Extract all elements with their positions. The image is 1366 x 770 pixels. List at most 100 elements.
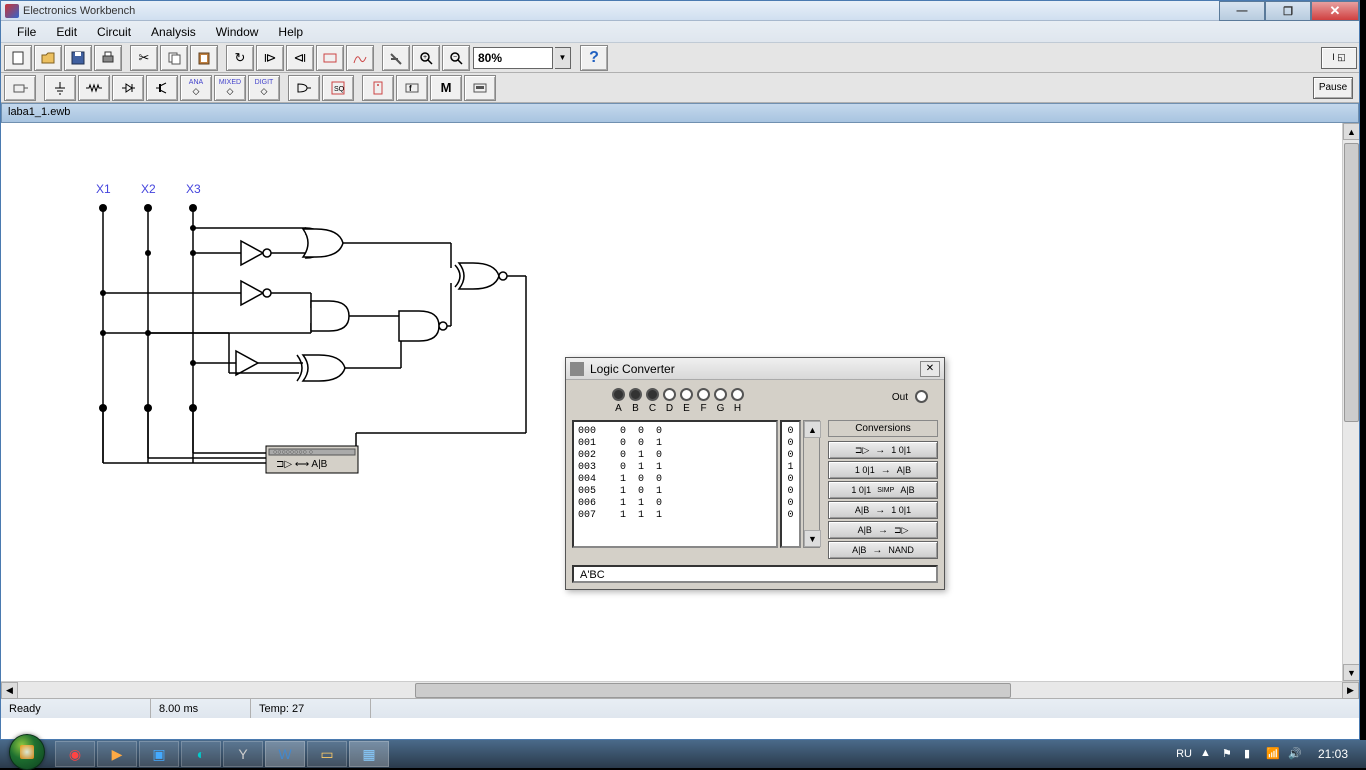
- windows-taskbar[interactable]: ◉ ▶ ▣ ◐ Y W ▭ ▦ RU ▲ ⚑ ▮ 📶 🔊 21:03: [0, 740, 1366, 768]
- input-led-f[interactable]: [697, 388, 710, 401]
- titlebar[interactable]: Electronics Workbench: [1, 1, 1359, 21]
- input-led-d[interactable]: [663, 388, 676, 401]
- tray-volume-icon[interactable]: 🔊: [1288, 747, 1302, 761]
- circuit-canvas[interactable]: X1 X2 X3: [1, 123, 1359, 681]
- diode-button[interactable]: [112, 75, 144, 101]
- taskbar-app-2[interactable]: ▶: [97, 741, 137, 767]
- input-led-g[interactable]: [714, 388, 727, 401]
- analog-ic-button[interactable]: ANA◇: [180, 75, 212, 101]
- taskbar-app-word[interactable]: W: [265, 741, 305, 767]
- conversions-heading: Conversions: [828, 420, 938, 437]
- dialog-close-button[interactable]: ✕: [920, 361, 940, 377]
- input-led-b[interactable]: [629, 388, 642, 401]
- paste-button[interactable]: [190, 45, 218, 71]
- pause-button[interactable]: Pause: [1313, 77, 1353, 99]
- conv-table-to-expr-button[interactable]: 1 0|1→A|B: [828, 461, 938, 479]
- component-props-button[interactable]: [382, 45, 410, 71]
- maximize-button[interactable]: ❐: [1265, 1, 1311, 21]
- vscroll-up-button[interactable]: ▲: [1343, 123, 1359, 140]
- tray-flag-icon[interactable]: ⚑: [1222, 747, 1236, 761]
- status-time: 8.00 ms: [151, 699, 251, 718]
- system-tray[interactable]: RU ▲ ⚑ ▮ 📶 🔊 21:03: [1166, 747, 1366, 761]
- conv-expr-to-circuit-button[interactable]: A|B→⊐▷: [828, 521, 938, 539]
- menu-file[interactable]: File: [7, 23, 46, 41]
- logic-converter-dialog[interactable]: Logic Converter ✕ A B C D E F G H Out: [565, 357, 945, 590]
- rotate-button[interactable]: ↻: [226, 45, 254, 71]
- flip-h-button[interactable]: ⧐: [256, 45, 284, 71]
- help-button[interactable]: ?: [580, 45, 608, 71]
- cut-button[interactable]: ✂: [130, 45, 158, 71]
- output-led[interactable]: [915, 390, 928, 403]
- conversions-panel: Conversions ⊐▷→1 0|1 1 0|1→A|B 1 0|1SIMP…: [828, 420, 938, 561]
- scroll-up-button[interactable]: ▲: [804, 421, 821, 438]
- misc-button[interactable]: M: [430, 75, 462, 101]
- clock[interactable]: 21:03: [1310, 747, 1356, 761]
- digital-button[interactable]: SQ: [322, 75, 354, 101]
- save-button[interactable]: [64, 45, 92, 71]
- menu-analysis[interactable]: Analysis: [141, 23, 206, 41]
- zoom-combo[interactable]: 80%: [473, 47, 553, 69]
- taskbar-app-ewb[interactable]: ▦: [349, 741, 389, 767]
- open-button[interactable]: [34, 45, 62, 71]
- mixed-ic-button[interactable]: MIXED◇: [214, 75, 246, 101]
- input-led-h[interactable]: [731, 388, 744, 401]
- vscroll-thumb[interactable]: [1344, 143, 1359, 422]
- close-button[interactable]: ✕: [1311, 1, 1359, 21]
- tray-network-icon[interactable]: 📶: [1266, 747, 1280, 761]
- document-titlebar[interactable]: laba1_1.ewb: [1, 103, 1359, 123]
- menu-edit[interactable]: Edit: [46, 23, 87, 41]
- menu-window[interactable]: Window: [206, 23, 269, 41]
- conv-expr-to-table-button[interactable]: A|B→1 0|1: [828, 501, 938, 519]
- transistor-button[interactable]: [146, 75, 178, 101]
- logic-gates-button[interactable]: [288, 75, 320, 101]
- flip-v-button[interactable]: ⧏: [286, 45, 314, 71]
- conv-circuit-to-table-button[interactable]: ⊐▷→1 0|1: [828, 441, 938, 459]
- resistor-button[interactable]: [78, 75, 110, 101]
- tray-up-icon[interactable]: ▲: [1200, 747, 1214, 761]
- dialog-titlebar[interactable]: Logic Converter ✕: [566, 358, 944, 380]
- canvas-vertical-scrollbar[interactable]: ▲ ▼: [1342, 123, 1359, 681]
- tray-battery-icon[interactable]: ▮: [1244, 747, 1258, 761]
- new-button[interactable]: [4, 45, 32, 71]
- minimize-button[interactable]: —: [1219, 1, 1265, 21]
- language-indicator[interactable]: RU: [1176, 748, 1192, 760]
- input-led-c[interactable]: [646, 388, 659, 401]
- taskbar-app-3[interactable]: ▣: [139, 741, 179, 767]
- expression-input[interactable]: A'BC: [572, 565, 938, 583]
- truth-table[interactable]: 000 0 0 0 001 0 0 1 002 0 1 0 003 0 1 1 …: [572, 420, 778, 548]
- controls-button[interactable]: f: [396, 75, 428, 101]
- copy-button[interactable]: [160, 45, 188, 71]
- print-button[interactable]: [94, 45, 122, 71]
- truth-output-column[interactable]: 0 0 0 1 0 0 0 0: [780, 420, 801, 548]
- ground-button[interactable]: [44, 75, 76, 101]
- hscroll-right-button[interactable]: ▶: [1342, 682, 1359, 699]
- input-led-e[interactable]: [680, 388, 693, 401]
- conv-expr-to-nand-button[interactable]: A|B→NAND: [828, 541, 938, 559]
- input-led-a[interactable]: [612, 388, 625, 401]
- menu-help[interactable]: Help: [268, 23, 313, 41]
- truth-scrollbar[interactable]: ▲ ▼: [803, 420, 820, 548]
- scroll-down-button[interactable]: ▼: [804, 530, 821, 547]
- graph-button[interactable]: [346, 45, 374, 71]
- subcircuit-button[interactable]: [316, 45, 344, 71]
- start-button[interactable]: [0, 740, 54, 768]
- hscroll-thumb[interactable]: [415, 683, 1011, 698]
- zoom-out-button[interactable]: −: [442, 45, 470, 71]
- zoom-dropdown-button[interactable]: ▼: [555, 47, 571, 69]
- taskbar-app-5[interactable]: Y: [223, 741, 263, 767]
- hscroll-track[interactable]: [18, 682, 1342, 698]
- vscroll-down-button[interactable]: ▼: [1343, 664, 1359, 681]
- digital-ic-button[interactable]: DIGIT◇: [248, 75, 280, 101]
- zoom-in-button[interactable]: +: [412, 45, 440, 71]
- taskbar-app-explorer[interactable]: ▭: [307, 741, 347, 767]
- canvas-horizontal-scrollbar[interactable]: ◀ ▶: [1, 681, 1359, 698]
- taskbar-app-4[interactable]: ◐: [181, 741, 221, 767]
- instruments-button[interactable]: [464, 75, 496, 101]
- conv-table-to-simp-expr-button[interactable]: 1 0|1SIMPA|B: [828, 481, 938, 499]
- simulate-switch[interactable]: I ◱: [1321, 47, 1357, 69]
- menu-circuit[interactable]: Circuit: [87, 23, 141, 41]
- taskbar-app-1[interactable]: ◉: [55, 741, 95, 767]
- sources-button[interactable]: [4, 75, 36, 101]
- indicators-button[interactable]: [362, 75, 394, 101]
- hscroll-left-button[interactable]: ◀: [1, 682, 18, 699]
